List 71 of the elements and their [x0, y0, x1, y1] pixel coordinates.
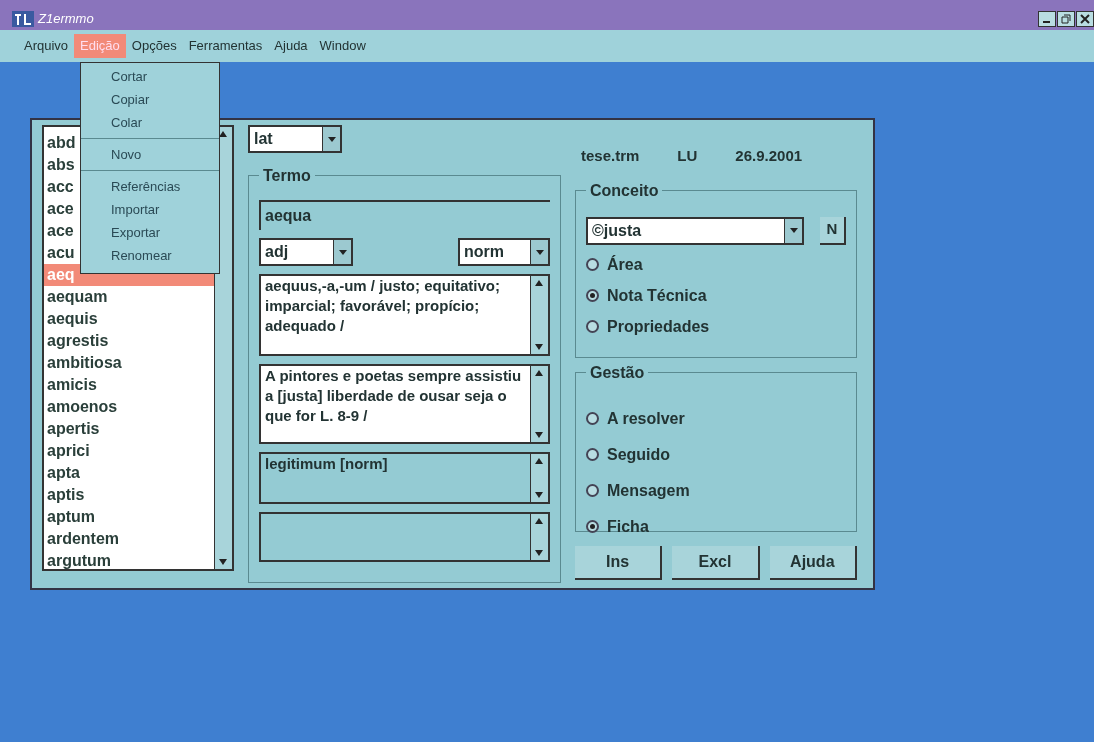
field-text: legitimum [norm]	[265, 455, 388, 472]
new-button[interactable]: N	[820, 216, 846, 245]
caret-icon	[535, 249, 544, 255]
radio-button[interactable]	[586, 320, 599, 333]
menu-item[interactable]: Ferramentas	[182, 34, 269, 58]
scrollbar[interactable]	[530, 366, 548, 442]
menu-item[interactable]: Arquivo	[18, 34, 75, 58]
scrollbar[interactable]	[530, 276, 548, 354]
radio-label: Mensagem	[607, 480, 690, 501]
file-name: tese.trm	[581, 146, 640, 166]
radio-button[interactable]	[586, 520, 599, 533]
radio-button[interactable]	[586, 484, 599, 497]
menu-item[interactable]: Ajuda	[268, 34, 314, 58]
list-item[interactable]: agrestis	[44, 330, 214, 352]
menu-option[interactable]: Renomear	[81, 244, 219, 267]
dialog-button[interactable]: Excl	[672, 545, 760, 580]
scrollbar[interactable]	[530, 454, 548, 502]
menu-item[interactable]: Window	[313, 34, 372, 58]
menu-option[interactable]: Copiar	[81, 88, 219, 111]
list-item[interactable]: ardentem	[44, 528, 214, 550]
list-item[interactable]: amoenos	[44, 396, 214, 418]
list-item[interactable]: aprici	[44, 440, 214, 462]
user-code: LU	[677, 146, 698, 166]
dialog-button[interactable]: Ajuda	[769, 545, 857, 580]
list-item[interactable]: apta	[44, 462, 214, 484]
class-select[interactable]: adj	[259, 238, 353, 266]
radio-label: Nota Técnica	[607, 285, 707, 306]
menu-option[interactable]: Novo	[81, 143, 219, 166]
list-item[interactable]: ambitiosa	[44, 352, 214, 374]
list-item[interactable]: aptis	[44, 484, 214, 506]
menu-option[interactable]: Importar	[81, 198, 219, 221]
radio-button[interactable]	[586, 258, 599, 271]
close-icon[interactable]	[1076, 11, 1094, 27]
window-title: Z1ermmo	[38, 10, 94, 29]
radio-button[interactable]	[586, 289, 599, 302]
menu-option[interactable]: Cortar	[81, 65, 219, 88]
radio-label: Ficha	[607, 516, 649, 537]
list-item[interactable]: aptum	[44, 506, 214, 528]
note-field[interactable]	[259, 512, 550, 562]
synonyms-field[interactable]: legitimum [norm]	[259, 452, 550, 504]
scrollbar[interactable]	[530, 514, 548, 560]
date-text: 26.9.2001	[735, 146, 803, 166]
radio-button[interactable]	[586, 448, 599, 461]
caret-icon	[327, 136, 336, 142]
list-item[interactable]: apertis	[44, 418, 214, 440]
restore-icon[interactable]	[1057, 11, 1075, 27]
menu-option[interactable]: Exportar	[81, 221, 219, 244]
radio-label: Área	[607, 254, 643, 275]
radio-button[interactable]	[586, 412, 599, 425]
field-text: aequus,-a,-um / justo; equitativo; imparcial; favorável; propício; adequado /	[265, 277, 500, 334]
list-item[interactable]: aequam	[44, 286, 214, 308]
status-select[interactable]: norm	[458, 238, 550, 266]
radio-label: Propriedades	[607, 316, 710, 337]
field-text: A pintores e poetas sempre assistiu a [justa] liberdade de ousar seja o que for L. 8-9 /	[265, 367, 522, 424]
radio-label: Seguido	[607, 444, 671, 465]
language-select[interactable]: lat	[248, 125, 342, 153]
radio-label: A resolver	[607, 408, 685, 429]
caret-icon	[338, 249, 347, 255]
caret-icon	[789, 228, 798, 233]
list-item[interactable]: amicis	[44, 374, 214, 396]
list-item[interactable]: argutum	[44, 550, 214, 572]
term-field[interactable]: aequa	[259, 200, 550, 230]
app-icon	[12, 11, 34, 27]
list-item[interactable]: aequis	[44, 308, 214, 330]
definition-field[interactable]: aequus,-a,-um / justo; equitativo; imparcial; favorável; propício; adequado /	[259, 274, 550, 356]
menu-option[interactable]: Referências	[81, 175, 219, 198]
menu-item[interactable]: Opções	[125, 34, 183, 58]
context-field[interactable]: A pintores e poetas sempre assistiu a [justa] liberdade de ousar seja o que for L. 8-9 /	[259, 364, 550, 444]
concept-select[interactable]: ©justa	[586, 216, 804, 245]
minimize-icon[interactable]	[1038, 11, 1056, 27]
dialog-button[interactable]: Ins	[575, 545, 663, 580]
